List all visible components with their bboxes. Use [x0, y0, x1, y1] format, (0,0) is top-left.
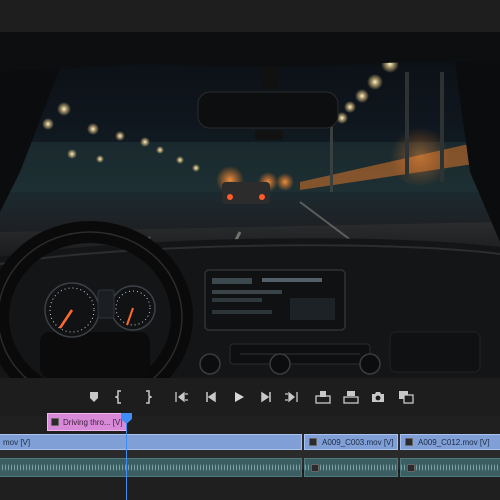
- go-to-out-icon: [285, 391, 298, 403]
- clip-label: mov [V]: [3, 437, 31, 447]
- fx-icon: [405, 438, 413, 446]
- mark-in-icon: [115, 390, 121, 404]
- playhead-handle[interactable]: [121, 413, 132, 424]
- audio-clip[interactable]: [400, 458, 500, 477]
- mark-out-button[interactable]: [138, 388, 156, 406]
- step-back-icon: [206, 391, 216, 403]
- video-clip[interactable]: mov [V]: [0, 434, 302, 450]
- audio-waveform: [401, 459, 500, 476]
- program-monitor[interactable]: [0, 32, 500, 378]
- go-to-in-button[interactable]: [173, 388, 191, 406]
- extract-icon: [343, 391, 359, 404]
- step-forward-button[interactable]: [257, 388, 275, 406]
- video-clip[interactable]: A009_C003.mov [V]: [304, 434, 398, 450]
- comparison-view-button[interactable]: [397, 388, 415, 406]
- marker-icon: [90, 392, 98, 402]
- mark-in-button[interactable]: [111, 388, 129, 406]
- audio-clip[interactable]: [304, 458, 398, 477]
- go-to-in-icon: [175, 391, 188, 403]
- fx-icon: [309, 438, 317, 446]
- export-frame-button[interactable]: [369, 388, 387, 406]
- step-back-button[interactable]: [202, 388, 220, 406]
- play-icon: [235, 392, 244, 402]
- audio-track[interactable]: [0, 473, 500, 500]
- play-button[interactable]: [230, 388, 248, 406]
- lift-icon: [315, 391, 331, 404]
- go-to-out-button[interactable]: [282, 388, 300, 406]
- playhead-line: [126, 420, 127, 500]
- extract-button[interactable]: [342, 388, 360, 406]
- comparison-icon: [399, 391, 414, 404]
- fx-icon: [407, 464, 415, 472]
- clip-label: Driving thro... [V]: [63, 417, 123, 427]
- lift-button[interactable]: [314, 388, 332, 406]
- add-marker-button[interactable]: [85, 388, 103, 406]
- step-forward-icon: [261, 391, 271, 403]
- title-clip[interactable]: Driving thro... [V]: [47, 413, 127, 431]
- clip-label: A009_C012.mov [V]: [418, 437, 490, 447]
- video-clip[interactable]: A009_C012.mov [V]: [400, 434, 500, 450]
- clip-label: A009_C003.mov [V]: [322, 437, 394, 447]
- fx-icon: [51, 418, 59, 426]
- video-frame: [0, 32, 500, 378]
- mark-out-icon: [146, 390, 152, 404]
- panel-header: [0, 0, 500, 32]
- camera-icon: [372, 392, 384, 402]
- fx-icon: [311, 464, 319, 472]
- transport-controls: [0, 378, 500, 416]
- audio-clip[interactable]: [0, 458, 302, 477]
- audio-waveform: [0, 459, 301, 476]
